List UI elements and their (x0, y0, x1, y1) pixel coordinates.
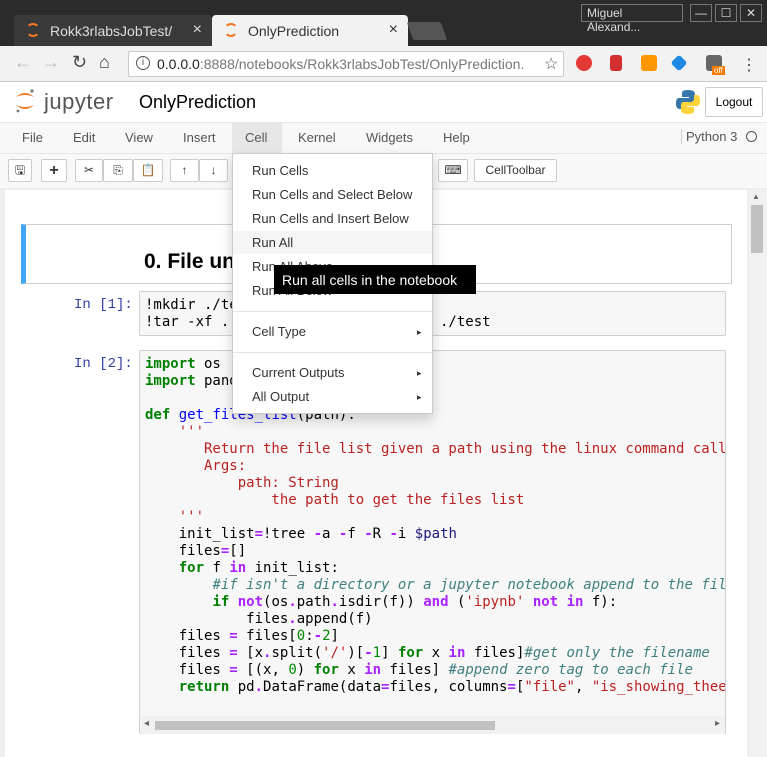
horizontal-scrollbar-thumb[interactable] (155, 721, 495, 730)
tab-close-icon[interactable]: × (193, 21, 202, 39)
cell-prompt: In [1]: (74, 297, 133, 313)
vertical-scrollbar[interactable] (749, 190, 767, 757)
menu-widgets[interactable]: Widgets (366, 130, 413, 145)
menu-item-all-output[interactable]: All Output (252, 389, 309, 404)
markdown-heading: 0. File un (144, 250, 236, 273)
menu-item-run-cells[interactable]: Run Cells (252, 163, 308, 178)
paste-button[interactable]: 📋 (133, 159, 163, 182)
menu-view[interactable]: View (125, 130, 153, 145)
scroll-left-icon[interactable]: ◂ (144, 718, 149, 729)
menu-item-run-cells-insert-below[interactable]: Run Cells and Insert Below (252, 211, 409, 226)
bookmark-star-icon[interactable]: ☆ (544, 54, 558, 74)
insert-cell-button[interactable]: + (41, 159, 67, 182)
browser-menu-icon[interactable]: ⋮ (741, 55, 757, 75)
menu-divider (233, 352, 432, 353)
menu-cell[interactable]: Cell (245, 130, 267, 145)
new-tab-button[interactable] (406, 22, 448, 40)
extension-badge: off (712, 66, 725, 75)
maximize-button[interactable]: ☐ (715, 4, 737, 22)
menu-insert[interactable]: Insert (183, 130, 216, 145)
jupyter-logo-icon[interactable] (14, 88, 36, 114)
scroll-up-icon[interactable]: ▲ (752, 192, 760, 201)
browser-tab-rokk3rlabs[interactable]: Rokk3rlabsJobTest/ × (14, 15, 212, 46)
menu-file[interactable]: File (22, 130, 43, 145)
jupyter-header (0, 82, 767, 122)
scroll-right-icon[interactable]: ▸ (715, 718, 720, 729)
jupyter-favicon-icon (224, 23, 238, 37)
tab-close-icon[interactable]: × (389, 21, 398, 39)
kernel-status-icon (746, 131, 757, 142)
browser-tab-onlyprediction[interactable]: OnlyPrediction × (212, 15, 408, 46)
code-line: !tar -xf . (145, 314, 230, 330)
menu-edit[interactable]: Edit (73, 130, 95, 145)
menu-help[interactable]: Help (443, 130, 470, 145)
copy-button[interactable]: ⎘ (103, 159, 133, 182)
save-button[interactable]: 🖫 (8, 159, 32, 182)
code-line: !mkdir ./te (145, 297, 238, 313)
url-path: :8888/notebooks/Rokk3rlabsJobTest/OnlyPr… (199, 56, 525, 72)
url-input[interactable]: 0.0.0.0:8888/notebooks/Rokk3rlabsJobTest… (128, 51, 564, 77)
tab-label: Rokk3rlabsJobTest/ (50, 23, 173, 39)
run-all-tooltip: Run all cells in the notebook (274, 265, 476, 294)
menu-item-run-all[interactable]: Run All (252, 235, 293, 250)
menu-item-run-cells-select-below[interactable]: Run Cells and Select Below (252, 187, 412, 202)
jupyter-favicon-icon (26, 23, 40, 37)
move-down-button[interactable]: ↓ (199, 159, 228, 182)
profile-button[interactable]: Miguel Alexand... (581, 4, 683, 34)
url-host: 0.0.0.0 (157, 56, 200, 72)
submenu-arrow-icon: ▸ (417, 392, 422, 402)
menu-item-current-outputs[interactable]: Current Outputs (252, 365, 345, 380)
bookmark-extension-icon[interactable] (610, 55, 622, 71)
close-window-button[interactable]: ✕ (740, 4, 762, 22)
cut-button[interactable]: ✂ (75, 159, 103, 182)
submenu-arrow-icon: ▸ (417, 327, 422, 337)
reload-button[interactable]: ↻ (72, 52, 87, 73)
adblock-extension-icon[interactable] (576, 55, 592, 71)
menu-divider (233, 311, 432, 312)
tab-label: OnlyPrediction (248, 23, 340, 39)
info-icon[interactable]: i (136, 56, 150, 70)
kernel-name: Python 3 (681, 129, 737, 144)
celltoolbar-button[interactable]: CellToolbar (474, 159, 557, 182)
command-palette-button[interactable]: ⌨ (438, 159, 468, 182)
scrollbar-thumb[interactable] (751, 205, 763, 253)
home-button[interactable]: ⌂ (99, 52, 110, 73)
back-button[interactable]: ← (14, 52, 32, 73)
forward-button[interactable]: → (42, 52, 60, 73)
cell-prompt: In [2]: (74, 356, 133, 372)
jupyter-logo-text[interactable]: jupyter (44, 89, 114, 115)
submenu-arrow-icon: ▸ (417, 368, 422, 378)
logout-button[interactable]: Logout (705, 87, 763, 117)
python-logo-icon (676, 90, 700, 114)
notebook-title[interactable]: OnlyPrediction (139, 92, 256, 113)
rss-extension-icon[interactable] (641, 55, 657, 71)
move-up-button[interactable]: ↑ (170, 159, 199, 182)
minimize-button[interactable]: — (690, 4, 712, 22)
menu-item-cell-type[interactable]: Cell Type (252, 324, 306, 339)
menu-kernel[interactable]: Kernel (298, 130, 336, 145)
code-line: ./test (440, 314, 491, 330)
